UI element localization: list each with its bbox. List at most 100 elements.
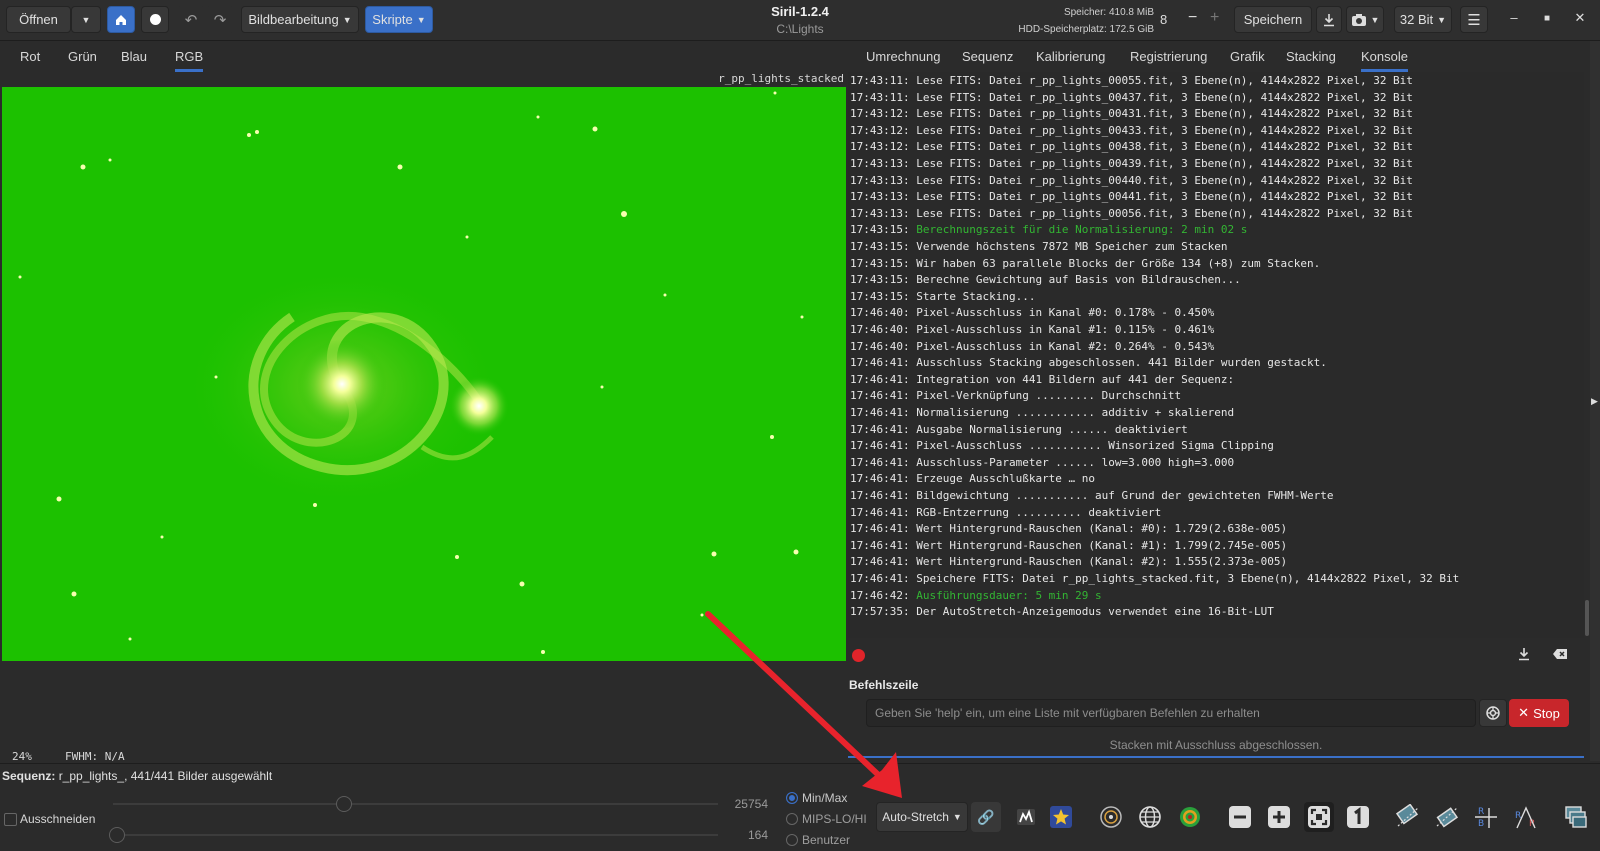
console-timestamp: 17:46:42: <box>850 588 917 602</box>
console-scroll-thumb[interactable] <box>1585 600 1589 636</box>
bit-depth-menu[interactable]: 32 Bit ▼ <box>1394 6 1452 33</box>
minimize-button[interactable]: – <box>1503 10 1525 25</box>
thread-increase-button[interactable]: + <box>1210 9 1219 27</box>
console-message: Ausschluss Stacking abgeschlossen. 441 B… <box>916 356 1327 370</box>
target-icon <box>1180 807 1200 827</box>
stop-button[interactable]: ✕ Stop <box>1509 699 1569 727</box>
maximize-icon: ■ <box>1543 13 1551 24</box>
console-timestamp: 17:43:13: <box>850 190 917 204</box>
tab-graph[interactable]: Grafik <box>1230 49 1265 64</box>
console-message: Pixel-Ausschluss in Kanal #1: 0.115% - 0… <box>916 323 1215 336</box>
maximize-button[interactable]: ■ <box>1536 13 1558 24</box>
photometry-button[interactable] <box>1096 802 1126 832</box>
tab-console[interactable]: Konsole <box>1361 49 1408 72</box>
console-message: Ausführungsdauer: 5 min 29 s <box>916 588 1102 602</box>
save-as-button[interactable] <box>1316 6 1342 33</box>
tab-calibration[interactable]: Kalibrierung <box>1036 49 1105 64</box>
tab-conversion[interactable]: Umrechnung <box>866 49 940 64</box>
globe-icon <box>1139 806 1161 828</box>
command-help-button[interactable] <box>1479 699 1507 727</box>
tab-blue[interactable]: Blau <box>121 49 147 64</box>
console-line: 17:46:41: Speichere FITS: Datei r_pp_lig… <box>850 571 1459 587</box>
clear-log-button[interactable] <box>1552 647 1568 664</box>
star-finder-button[interactable] <box>1046 802 1076 832</box>
console-message: Wert Hintergrund-Rauschen (Kanal: #0): 1… <box>916 522 1288 536</box>
radio-mips[interactable] <box>786 813 798 825</box>
save-log-button[interactable] <box>1517 647 1531 664</box>
bayer-button[interactable]: RR <box>1511 802 1541 832</box>
undo-button[interactable]: ↶ <box>177 6 205 33</box>
console-timestamp: 17:46:41: <box>850 505 917 519</box>
save-button[interactable]: Speichern <box>1234 6 1312 33</box>
tab-red[interactable]: Rot <box>20 49 40 64</box>
recent-dropdown-button[interactable]: ▼ <box>71 6 101 33</box>
target-button[interactable] <box>1175 802 1205 832</box>
tab-green[interactable]: Grün <box>68 49 97 64</box>
low-slider[interactable] <box>113 834 718 836</box>
collapse-panel-button[interactable]: ▶ <box>1591 396 1598 407</box>
scripts-menu[interactable]: Skripte ▼ <box>365 6 433 33</box>
open-button[interactable]: Öffnen <box>6 6 71 33</box>
histogram-button[interactable] <box>1011 802 1041 832</box>
open-label: Öffnen <box>19 12 58 27</box>
high-slider[interactable] <box>113 803 718 805</box>
radio-user[interactable] <box>786 834 798 846</box>
high-value[interactable]: 25754 <box>735 797 768 811</box>
radio-min-max[interactable] <box>786 792 798 804</box>
save-download-icon <box>1519 648 1529 661</box>
tab-stacking[interactable]: Stacking <box>1286 49 1336 64</box>
console-line: 17:46:41: Pixel-Ausschluss ........... W… <box>850 438 1274 454</box>
chevron-down-icon: ▼ <box>342 14 352 25</box>
main-menu-button[interactable]: ☰ <box>1460 6 1488 33</box>
record-button[interactable] <box>141 6 169 33</box>
console-line: 17:46:41: Ausgabe Normalisierung ...... … <box>850 422 1188 438</box>
high-slider-knob[interactable] <box>335 796 352 812</box>
command-input[interactable] <box>866 699 1476 727</box>
console-timestamp: 17:43:15: <box>850 223 917 237</box>
zoom-out-button[interactable] <box>1225 802 1255 832</box>
redo-button[interactable]: ↷ <box>206 6 234 33</box>
image-processing-menu[interactable]: Bildbearbeitung ▼ <box>241 6 359 33</box>
zoom-fit-button[interactable] <box>1304 802 1334 832</box>
rgb-align-icon: RB <box>1475 807 1497 829</box>
zoom-in-button[interactable] <box>1264 802 1294 832</box>
stretch-mode-select[interactable]: Auto-Stretch ▼ <box>876 802 968 832</box>
image-viewer[interactable] <box>2 87 846 661</box>
console-message: Lese FITS: Datei r_pp_lights_00440.fit, … <box>916 173 1413 187</box>
plus-icon: + <box>1210 9 1220 26</box>
low-value[interactable]: 164 <box>748 828 768 842</box>
astrometry-button[interactable] <box>1135 802 1165 832</box>
zoom-one-button[interactable] <box>1343 802 1373 832</box>
tab-registration[interactable]: Registrierung <box>1130 49 1207 64</box>
console-line: 17:43:15: Berechnungszeit für die Normal… <box>850 222 1247 238</box>
snapshot-button[interactable]: ▼ <box>1346 6 1384 33</box>
console-message: Lese FITS: Datei r_pp_lights_00437.fit, … <box>916 90 1413 104</box>
home-icon <box>116 14 126 25</box>
command-line-label: Befehlszeile <box>849 678 919 692</box>
home-button[interactable] <box>107 6 135 33</box>
screen-button[interactable] <box>1561 802 1591 832</box>
low-slider-knob[interactable] <box>109 827 125 843</box>
crop-checkbox[interactable] <box>4 813 17 826</box>
console-message: Integration von 441 Bildern auf 441 der … <box>916 372 1235 386</box>
mirror-y-button[interactable] <box>1432 802 1462 832</box>
rgb-align-button[interactable]: RB <box>1471 802 1501 832</box>
thread-decrease-button[interactable]: − <box>1188 9 1197 27</box>
zoom-out-icon <box>1229 806 1251 828</box>
thread-count[interactable]: 8 <box>1160 12 1167 27</box>
tab-sequence[interactable]: Sequenz <box>962 49 1013 64</box>
link-channels-button[interactable]: 🔗 <box>971 802 1001 832</box>
console-message: Lese FITS: Datei r_pp_lights_00056.fit, … <box>916 206 1413 220</box>
tab-rgb[interactable]: RGB <box>175 49 204 72</box>
stop-processing-indicator[interactable] <box>852 649 865 662</box>
chevron-down-icon: ▼ <box>416 14 426 25</box>
minus-icon: − <box>1188 9 1198 26</box>
channel-tabs: Rot Grün Blau RGB <box>0 41 846 72</box>
sequence-label: Sequenz: <box>2 769 56 783</box>
console-line: 17:46:40: Pixel-Ausschluss in Kanal #1: … <box>850 322 1214 338</box>
console-line: 17:46:41: Wert Hintergrund-Rauschen (Kan… <box>850 521 1287 537</box>
mirror-x-button[interactable] <box>1393 802 1423 832</box>
close-button[interactable]: ✕ <box>1569 10 1591 26</box>
working-directory[interactable]: C:\Lights <box>700 22 900 36</box>
console-log[interactable]: 17:43:11: Lese FITS: Datei r_pp_lights_0… <box>848 72 1584 638</box>
